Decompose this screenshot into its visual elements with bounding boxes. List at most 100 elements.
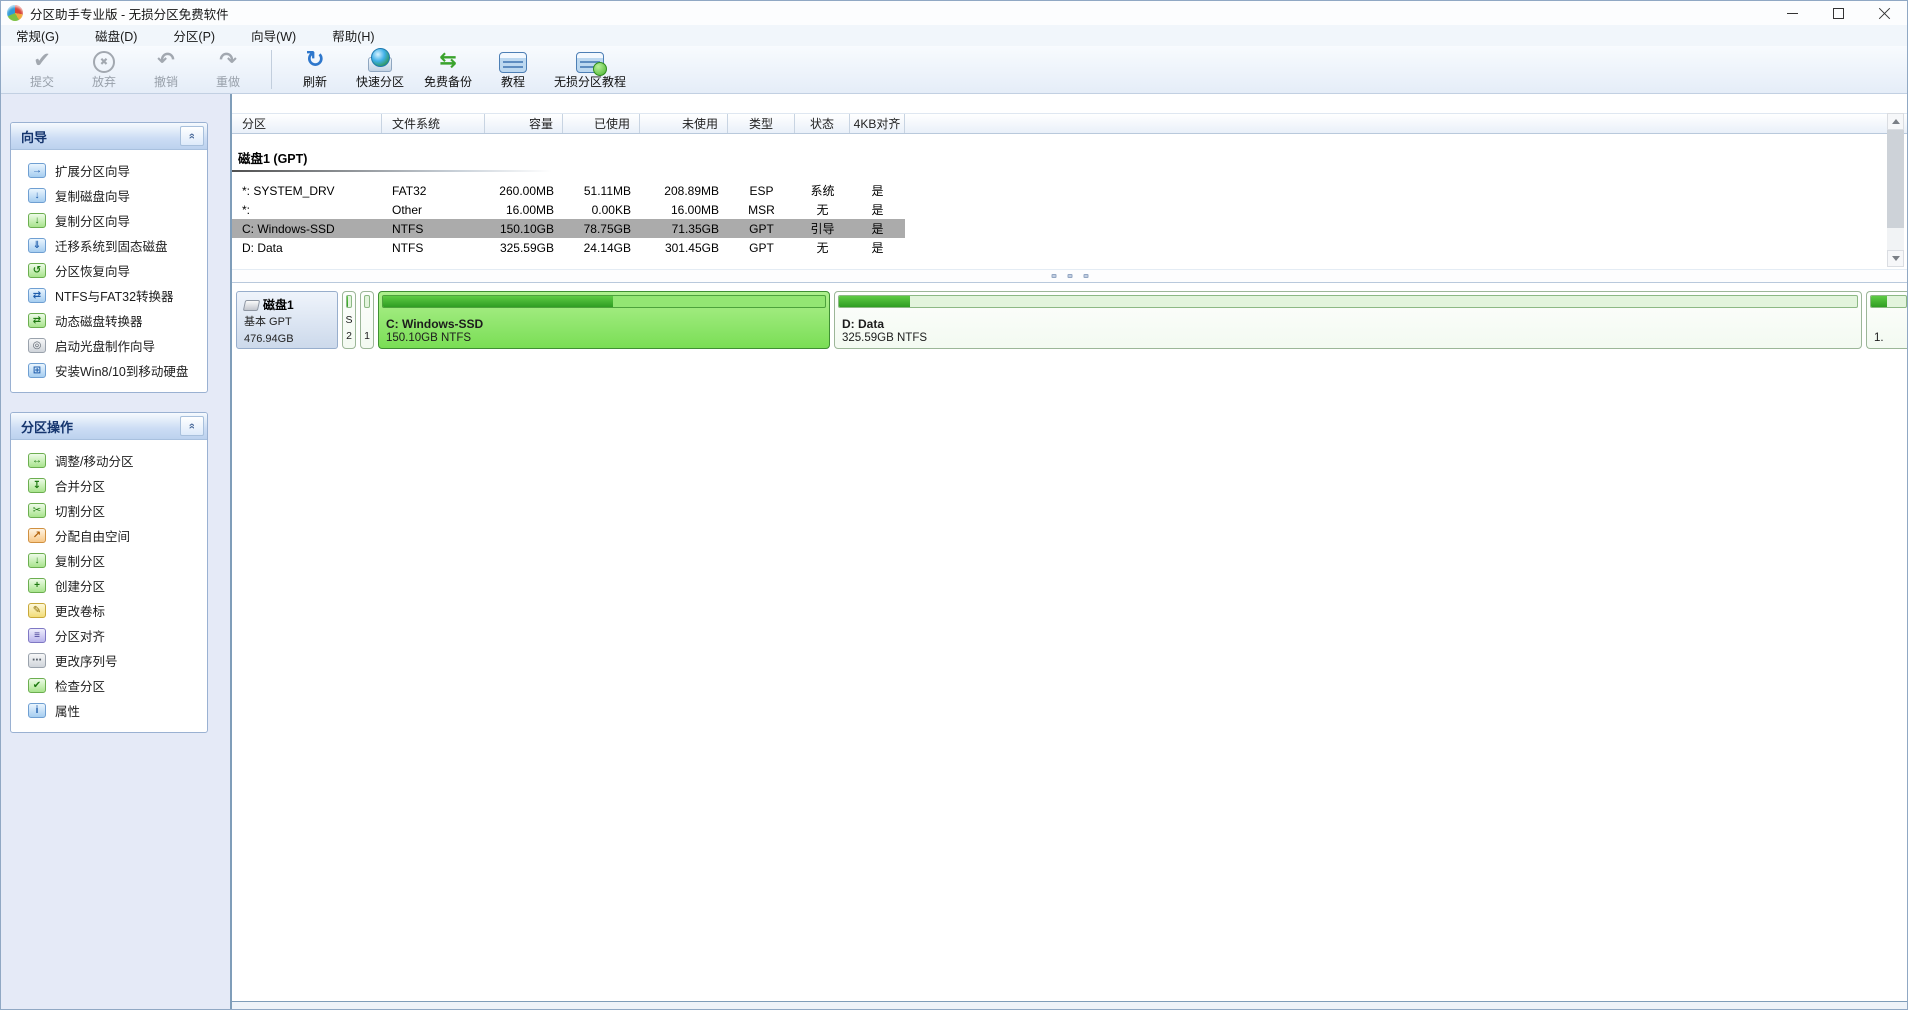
col-type[interactable]: 类型: [728, 114, 795, 133]
op-resize-move-partition[interactable]: ↔ 调整/移动分区: [19, 448, 205, 473]
collapse-button[interactable]: »: [180, 126, 204, 146]
row-d-data[interactable]: D: Data NTFS 325.59GB 24.14GB 301.45GB GPT 无 是: [232, 238, 905, 257]
sidebar-item-label: 分区恢复向导: [55, 265, 131, 279]
menu-wizard[interactable]: 向导(W): [241, 26, 306, 45]
restore-button[interactable]: [1815, 1, 1861, 25]
bootable-cd-icon: ◎: [28, 338, 46, 353]
window-title: 分区助手专业版 - 无损分区免费软件: [30, 7, 229, 22]
collapse-button[interactable]: »: [180, 416, 204, 436]
col-filesystem[interactable]: 文件系统: [382, 114, 485, 133]
scrollbar-track[interactable]: [1887, 130, 1904, 250]
menu-general[interactable]: 常规(G): [6, 26, 69, 45]
redo-button[interactable]: ↷ 重做: [197, 46, 259, 93]
op-allocate-free-space[interactable]: ↗ 分配自由空间: [19, 523, 205, 548]
toolbar-button-label: 提交: [29, 75, 54, 89]
commit-button[interactable]: ✔ 提交: [11, 46, 73, 93]
scroll-up-button[interactable]: [1887, 113, 1904, 130]
properties-icon: i: [28, 703, 46, 718]
partition-block-system-drv[interactable]: S2: [342, 291, 356, 349]
sidebar: 向导 » → 扩展分区向导 ↓ 复制磁盘向导 ↓ 复制分区向导 ⇓ 迁移系统到固态磁盘 ↺ 分区恢复向…: [1, 94, 230, 1009]
scrollbar-thumb[interactable]: [1887, 130, 1904, 229]
table-vertical-scrollbar[interactable]: [1887, 113, 1904, 267]
wizard-clone-partition[interactable]: ↓ 复制分区向导: [19, 208, 205, 233]
content-area: 向导 » → 扩展分区向导 ↓ 复制磁盘向导 ↓ 复制分区向导 ⇓ 迁移系统到固态磁盘 ↺ 分区恢复向…: [1, 94, 1907, 1009]
partition-block-edge[interactable]: 1.: [1866, 291, 1907, 349]
partition-name: C: Windows-SSD: [386, 317, 484, 331]
op-create-partition[interactable]: + 创建分区: [19, 573, 205, 598]
wizard-clone-disk[interactable]: ↓ 复制磁盘向导: [19, 183, 205, 208]
col-4k-aligned[interactable]: 4KB对齐: [850, 114, 905, 133]
sidebar-item-label: 更改序列号: [55, 655, 118, 669]
disk-name: 磁盘1: [263, 298, 294, 312]
wizard-ntfs-fat32-converter[interactable]: ⇄ NTFS与FAT32转换器: [19, 283, 205, 308]
col-capacity[interactable]: 容量: [485, 114, 563, 133]
col-unused[interactable]: 未使用: [640, 114, 728, 133]
scroll-down-button[interactable]: [1887, 250, 1904, 267]
table-cell: NTFS: [392, 221, 424, 236]
partition-label: 1: [364, 329, 370, 342]
op-properties[interactable]: i 属性: [19, 698, 205, 723]
wizard-install-win-to-usb[interactable]: ⊞ 安装Win8/10到移动硬盘: [19, 358, 205, 383]
table-cell: 引导: [810, 222, 835, 236]
refresh-button[interactable]: ↻ 刷新: [284, 46, 346, 93]
disk-type: 基本 GPT: [244, 316, 292, 328]
usage-fill: [383, 296, 613, 307]
usage-fill: [839, 296, 911, 307]
tutorial-button[interactable]: 教程: [482, 46, 544, 93]
toolbar-button-label: 放弃: [91, 75, 116, 89]
partition-label: S: [345, 314, 353, 326]
close-button[interactable]: [1861, 1, 1907, 25]
redo-icon: ↷: [219, 49, 237, 72]
col-status[interactable]: 状态: [795, 114, 850, 133]
resize-move-icon: ↔: [28, 453, 46, 468]
partition-block-d[interactable]: D: Data 325.59GB NTFS: [834, 291, 1862, 349]
menu-partition[interactable]: 分区(P): [163, 26, 225, 45]
partition-block-msr[interactable]: 1: [360, 291, 374, 349]
panel-body: ↔ 调整/移动分区 ↧ 合并分区 ✂ 切割分区 ↗ 分配自由空间 ↓ 复制分区 + 创建分区 ✎ 更改卷标…: [11, 440, 207, 732]
wizard-extend-partition[interactable]: → 扩展分区向导: [19, 158, 205, 183]
sidebar-item-label: 更改卷标: [55, 605, 106, 619]
op-change-serial-number[interactable]: ⋯ 更改序列号: [19, 648, 205, 673]
wizard-dynamic-disk-converter[interactable]: ⇄ 动态磁盘转换器: [19, 308, 205, 333]
ntfs-fat32-icon: ⇄: [28, 288, 46, 303]
wizard-partition-recovery[interactable]: ↺ 分区恢复向导: [19, 258, 205, 283]
change-serial-icon: ⋯: [28, 653, 46, 668]
menu-help[interactable]: 帮助(H): [322, 26, 384, 45]
app-icon: [7, 5, 23, 21]
op-partition-alignment[interactable]: ≡ 分区对齐: [19, 623, 205, 648]
col-used[interactable]: 已使用: [563, 114, 640, 133]
sidebar-item-label: 属性: [55, 705, 81, 719]
copy-partition-icon: ↓: [28, 553, 46, 568]
op-check-partition[interactable]: ✔ 检查分区: [19, 673, 205, 698]
col-partition[interactable]: 分区: [232, 114, 382, 133]
row-system-drv[interactable]: *: SYSTEM_DRV FAT32 260.00MB 51.11MB 208.89M…: [232, 181, 905, 200]
bottom-strip: [232, 1001, 1907, 1009]
wizard-migrate-os-to-ssd[interactable]: ⇓ 迁移系统到固态磁盘: [19, 233, 205, 258]
discard-button[interactable]: ✖ 放弃: [73, 46, 135, 93]
op-merge-partitions[interactable]: ↧ 合并分区: [19, 473, 205, 498]
commit-icon: ✔: [33, 49, 51, 72]
menu-disk[interactable]: 磁盘(D): [85, 26, 147, 45]
partition-block-c[interactable]: C: Windows-SSD 150.10GB NTFS: [378, 291, 830, 349]
disk-map-panel: 磁盘1 基本 GPT 476.94GB S2 1 C: Windows-SSD 15…: [232, 282, 1907, 1001]
usage-fill: [1871, 296, 1887, 307]
op-copy-partition[interactable]: ↓ 复制分区: [19, 548, 205, 573]
free-backup-icon: ⇆: [439, 49, 457, 72]
quick-partition-button[interactable]: 快速分区: [346, 46, 414, 93]
row-msr[interactable]: *: Other 16.00MB 0.00KB 16.00MB MSR 无 是: [232, 200, 905, 219]
panel-splitter[interactable]: [232, 269, 1907, 282]
wizard-bootable-cd[interactable]: ◎ 启动光盘制作向导: [19, 333, 205, 358]
main-area: 分区 文件系统 容量 已使用 未使用 类型 状态 4KB对齐 磁盘1 (GPT) *: SYS…: [230, 94, 1907, 1009]
tutorial-icon: [499, 52, 528, 73]
disk-info-box[interactable]: 磁盘1 基本 GPT 476.94GB: [236, 291, 338, 349]
minimize-button[interactable]: [1769, 1, 1815, 25]
split-partition-icon: ✂: [28, 503, 46, 518]
op-split-partition[interactable]: ✂ 切割分区: [19, 498, 205, 523]
op-change-label[interactable]: ✎ 更改卷标: [19, 598, 205, 623]
title-bar: 分区助手专业版 - 无损分区免费软件: [1, 1, 1907, 25]
row-c-windows-ssd[interactable]: C: Windows-SSD NTFS 150.10GB 78.75GB 71.35GB…: [232, 219, 905, 238]
free-backup-button[interactable]: ⇆ 免费备份: [414, 46, 482, 93]
undo-button[interactable]: ↶ 撤销: [135, 46, 197, 93]
lossless-tutorial-button[interactable]: 无损分区教程: [544, 46, 636, 93]
sidebar-item-label: 合并分区: [55, 480, 106, 494]
